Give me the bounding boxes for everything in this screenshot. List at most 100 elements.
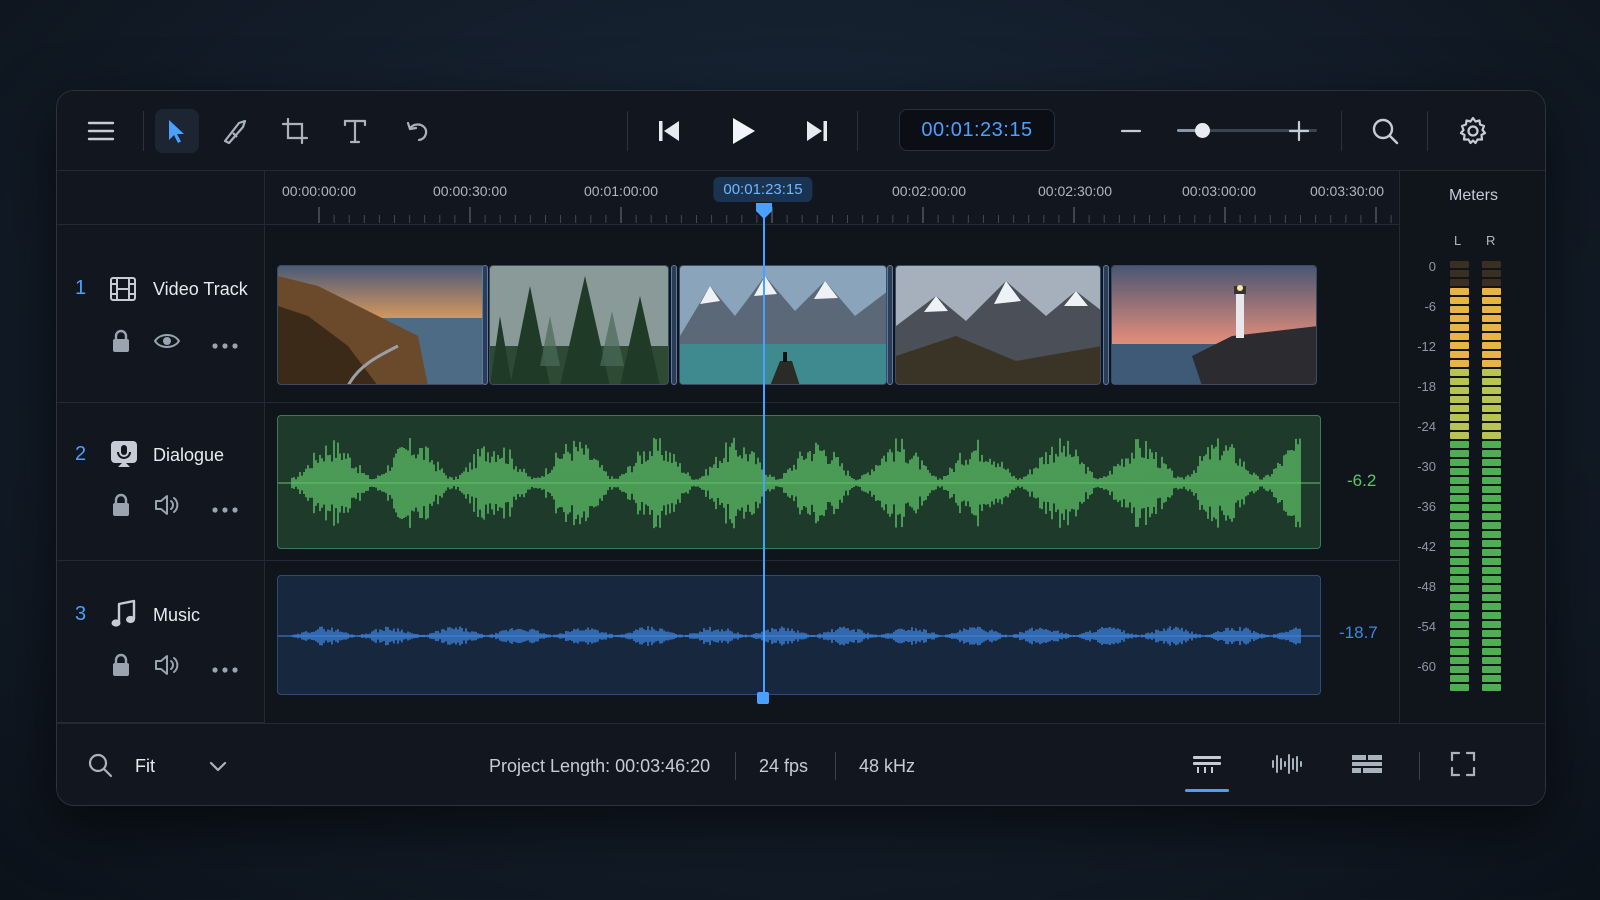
skip-forward-icon[interactable] [795,109,839,153]
more-options-icon[interactable] [211,501,239,519]
video-clip-mountain-range[interactable] [895,265,1101,385]
meter-segment [1450,342,1469,349]
meter-segment [1482,297,1501,304]
meter-segment [1450,261,1469,268]
track-header-video[interactable]: 1 Video Track [57,225,265,403]
meter-segment [1482,324,1501,331]
sample-rate: 48 kHz [859,756,916,776]
toolbar-divider [1341,111,1342,151]
eye-visibility-icon[interactable] [153,331,181,356]
playhead-bottom-handle[interactable] [757,692,769,704]
meter-scale-label: -30 [1417,459,1436,474]
meter-segment [1482,594,1501,601]
meter-scale-label: -54 [1417,619,1436,634]
razor-icon[interactable] [213,109,257,153]
meter-segment [1450,540,1469,547]
fullscreen-icon[interactable] [1439,744,1487,784]
clip-trim-handle[interactable] [887,265,893,385]
zoom-fit-select[interactable]: Fit [129,746,239,786]
meter-segment [1450,630,1469,637]
track-lane-music[interactable]: -18.7 [265,561,1399,723]
lock-icon[interactable] [111,653,131,682]
status-divider [1419,752,1420,780]
play-button[interactable] [721,109,765,153]
search-icon[interactable] [87,752,113,783]
ruler-label: 00:00:00:00 [282,183,356,199]
skip-back-icon[interactable] [647,109,691,153]
speaker-volume-icon[interactable] [153,653,181,682]
meter-scale-label: -24 [1417,419,1436,434]
lock-icon[interactable] [111,329,131,358]
zoom-slider-knob[interactable] [1195,123,1211,138]
meter-segment [1450,387,1469,394]
video-clip-mountain-lake[interactable] [679,265,887,385]
meter-segment [1482,522,1501,529]
more-options-icon[interactable] [211,337,239,355]
meter-segment [1450,315,1469,322]
ruler-spacer [57,171,265,225]
grid-view-icon[interactable] [1343,744,1391,784]
dialogue-waveform [278,437,1320,529]
track-lane-video[interactable] [265,225,1399,403]
clip-trim-handle[interactable] [1103,265,1109,385]
meter-scale-label: -12 [1417,339,1436,354]
ruler-label: 00:00:30:00 [433,183,507,199]
select-icon[interactable] [155,109,199,153]
track-header-music[interactable]: 3 Music [57,561,265,723]
meter-segment [1482,621,1501,628]
waveform-view-icon[interactable] [1263,744,1311,784]
playhead-handle[interactable] [754,203,774,219]
meter-segment [1482,666,1501,673]
text-icon[interactable] [333,109,377,153]
clip-trim-handle[interactable] [482,265,488,385]
timecode-display[interactable]: 00:01:23:15 [899,109,1055,151]
meter-segment [1450,522,1469,529]
undo-icon[interactable] [395,109,439,153]
crop-icon[interactable] [273,109,317,153]
meter-segment [1450,414,1469,421]
track-header-dialogue[interactable]: 2 Dialogue [57,403,265,561]
clip-trim-handle[interactable] [671,265,677,385]
dialogue-audio-clip[interactable] [277,415,1321,549]
track-lane-dialogue[interactable]: -6.2 [265,403,1399,561]
timeline-view-icon[interactable] [1183,744,1231,792]
video-clip-misty-forest[interactable] [489,265,669,385]
more-options-icon[interactable] [211,661,239,679]
video-clip-lighthouse[interactable] [1111,265,1317,385]
timeline-ruler[interactable]: 00:00:00:00 00:00:30:00 00:01:00:00 00:0… [265,171,1399,225]
meter-segment [1450,360,1469,367]
meter-segment [1482,486,1501,493]
playhead-line[interactable] [763,217,765,697]
meter-segment [1482,360,1501,367]
zoom-out-icon[interactable] [1109,109,1153,153]
track-name: Dialogue [153,445,225,465]
menu-icon[interactable] [79,109,123,153]
search-icon[interactable] [1363,109,1407,153]
lock-icon[interactable] [111,493,131,522]
meter-segment [1450,279,1469,286]
meter-segment [1450,549,1469,556]
music-audio-clip[interactable] [277,575,1321,695]
zoom-in-icon[interactable] [1277,109,1321,153]
meter-segment [1482,585,1501,592]
speaker-volume-icon[interactable] [153,493,181,522]
meter-segment [1482,531,1501,538]
meter-segment [1450,486,1469,493]
meter-scale-label: -48 [1417,579,1436,594]
meter-segment [1450,657,1469,664]
meter-segment [1482,540,1501,547]
meter-segment [1482,279,1501,286]
ruler-label: 00:02:30:00 [1038,183,1112,199]
ruler-label: 00:01:00:00 [584,183,658,199]
video-clip-coastal-road[interactable] [277,265,485,385]
meter-segment [1482,684,1501,691]
ruler-label: 00:02:00:00 [892,183,966,199]
status-divider [835,752,836,780]
meter-segment [1482,432,1501,439]
meter-segment [1482,342,1501,349]
toolbar-divider [143,111,144,151]
meter-segment [1482,648,1501,655]
meter-right-label: R [1486,233,1496,248]
ruler-label: 00:03:30:00 [1310,183,1384,199]
settings-gear-icon[interactable] [1451,109,1495,153]
